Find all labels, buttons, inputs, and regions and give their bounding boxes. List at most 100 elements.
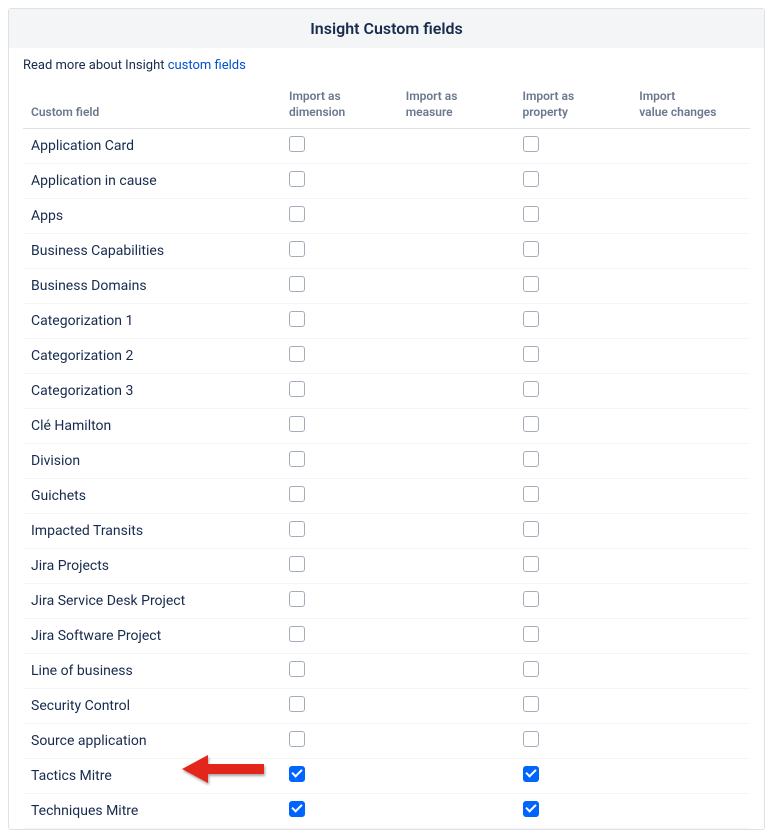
col-import-property: Import as property <box>517 81 634 129</box>
property-checkbox[interactable] <box>523 206 539 222</box>
insight-custom-fields-panel: Insight Custom fields Read more about In… <box>8 8 765 830</box>
dimension-checkbox[interactable] <box>289 486 305 502</box>
measure-cell <box>400 794 517 829</box>
property-checkbox[interactable] <box>523 346 539 362</box>
changes-cell <box>633 269 750 304</box>
changes-cell <box>633 759 750 794</box>
dimension-checkbox[interactable] <box>289 381 305 397</box>
dimension-cell <box>283 759 400 794</box>
property-checkbox[interactable] <box>523 171 539 187</box>
property-checkbox[interactable] <box>523 556 539 572</box>
dimension-checkbox[interactable] <box>289 661 305 677</box>
table-row: Business Domains <box>23 269 750 304</box>
property-checkbox[interactable] <box>523 661 539 677</box>
field-name: Techniques Mitre <box>31 803 138 819</box>
dimension-cell <box>283 689 400 724</box>
table-row: Guichets <box>23 479 750 514</box>
property-checkbox[interactable] <box>523 591 539 607</box>
measure-cell <box>400 654 517 689</box>
field-name: Clé Hamilton <box>31 418 111 434</box>
dimension-checkbox[interactable] <box>289 556 305 572</box>
dimension-checkbox[interactable] <box>289 801 305 817</box>
dimension-checkbox[interactable] <box>289 241 305 257</box>
field-name: Division <box>31 453 80 469</box>
property-checkbox[interactable] <box>523 766 539 782</box>
dimension-checkbox[interactable] <box>289 591 305 607</box>
table-row: Impacted Transits <box>23 514 750 549</box>
changes-cell <box>633 199 750 234</box>
field-name: Jira Software Project <box>31 628 161 644</box>
panel-body: Read more about Insight custom fields Cu… <box>9 48 764 829</box>
field-name-cell: Jira Projects <box>23 549 283 584</box>
changes-cell <box>633 129 750 164</box>
property-checkbox[interactable] <box>523 801 539 817</box>
dimension-cell <box>283 479 400 514</box>
property-checkbox[interactable] <box>523 416 539 432</box>
property-cell <box>517 199 634 234</box>
property-checkbox[interactable] <box>523 311 539 327</box>
dimension-checkbox[interactable] <box>289 626 305 642</box>
field-name-cell: Line of business <box>23 654 283 689</box>
custom-fields-link[interactable]: custom fields <box>168 58 246 73</box>
field-name: Security Control <box>31 698 130 714</box>
property-checkbox[interactable] <box>523 696 539 712</box>
field-name-cell: Impacted Transits <box>23 514 283 549</box>
col-custom-field: Custom field <box>23 81 283 129</box>
dimension-cell <box>283 374 400 409</box>
table-row: Security Control <box>23 689 750 724</box>
property-checkbox[interactable] <box>523 731 539 747</box>
property-checkbox[interactable] <box>523 136 539 152</box>
property-checkbox[interactable] <box>523 451 539 467</box>
dimension-checkbox[interactable] <box>289 311 305 327</box>
dimension-checkbox[interactable] <box>289 136 305 152</box>
dimension-checkbox[interactable] <box>289 206 305 222</box>
dimension-cell <box>283 304 400 339</box>
field-name-cell: Application in cause <box>23 164 283 199</box>
field-name: Jira Projects <box>31 558 109 574</box>
dimension-checkbox[interactable] <box>289 521 305 537</box>
table-row: Jira Projects <box>23 549 750 584</box>
property-cell <box>517 129 634 164</box>
field-name-cell: Division <box>23 444 283 479</box>
property-checkbox[interactable] <box>523 521 539 537</box>
field-name-cell: Categorization 1 <box>23 304 283 339</box>
changes-cell <box>633 234 750 269</box>
property-cell <box>517 549 634 584</box>
field-name-cell: Security Control <box>23 689 283 724</box>
changes-cell <box>633 584 750 619</box>
table-row: Apps <box>23 199 750 234</box>
measure-cell <box>400 759 517 794</box>
changes-cell <box>633 304 750 339</box>
property-checkbox[interactable] <box>523 486 539 502</box>
field-name-cell: Jira Software Project <box>23 619 283 654</box>
dimension-checkbox[interactable] <box>289 696 305 712</box>
property-cell <box>517 724 634 759</box>
property-cell <box>517 759 634 794</box>
dimension-cell <box>283 654 400 689</box>
field-name-cell: Clé Hamilton <box>23 409 283 444</box>
dimension-checkbox[interactable] <box>289 346 305 362</box>
dimension-checkbox[interactable] <box>289 451 305 467</box>
changes-cell <box>633 794 750 829</box>
property-checkbox[interactable] <box>523 241 539 257</box>
dimension-checkbox[interactable] <box>289 766 305 782</box>
dimension-checkbox[interactable] <box>289 276 305 292</box>
table-row: Categorization 3 <box>23 374 750 409</box>
intro-text: Read more about Insight custom fields <box>23 58 750 73</box>
changes-cell <box>633 374 750 409</box>
table-row: Tactics Mitre <box>23 759 750 794</box>
changes-cell <box>633 164 750 199</box>
measure-cell <box>400 584 517 619</box>
changes-cell <box>633 444 750 479</box>
dimension-checkbox[interactable] <box>289 171 305 187</box>
dimension-cell <box>283 444 400 479</box>
dimension-cell <box>283 724 400 759</box>
property-cell <box>517 269 634 304</box>
property-checkbox[interactable] <box>523 626 539 642</box>
field-name-cell: Categorization 3 <box>23 374 283 409</box>
col-import-dimension: Import as dimension <box>283 81 400 129</box>
property-checkbox[interactable] <box>523 276 539 292</box>
property-checkbox[interactable] <box>523 381 539 397</box>
dimension-checkbox[interactable] <box>289 416 305 432</box>
dimension-checkbox[interactable] <box>289 731 305 747</box>
